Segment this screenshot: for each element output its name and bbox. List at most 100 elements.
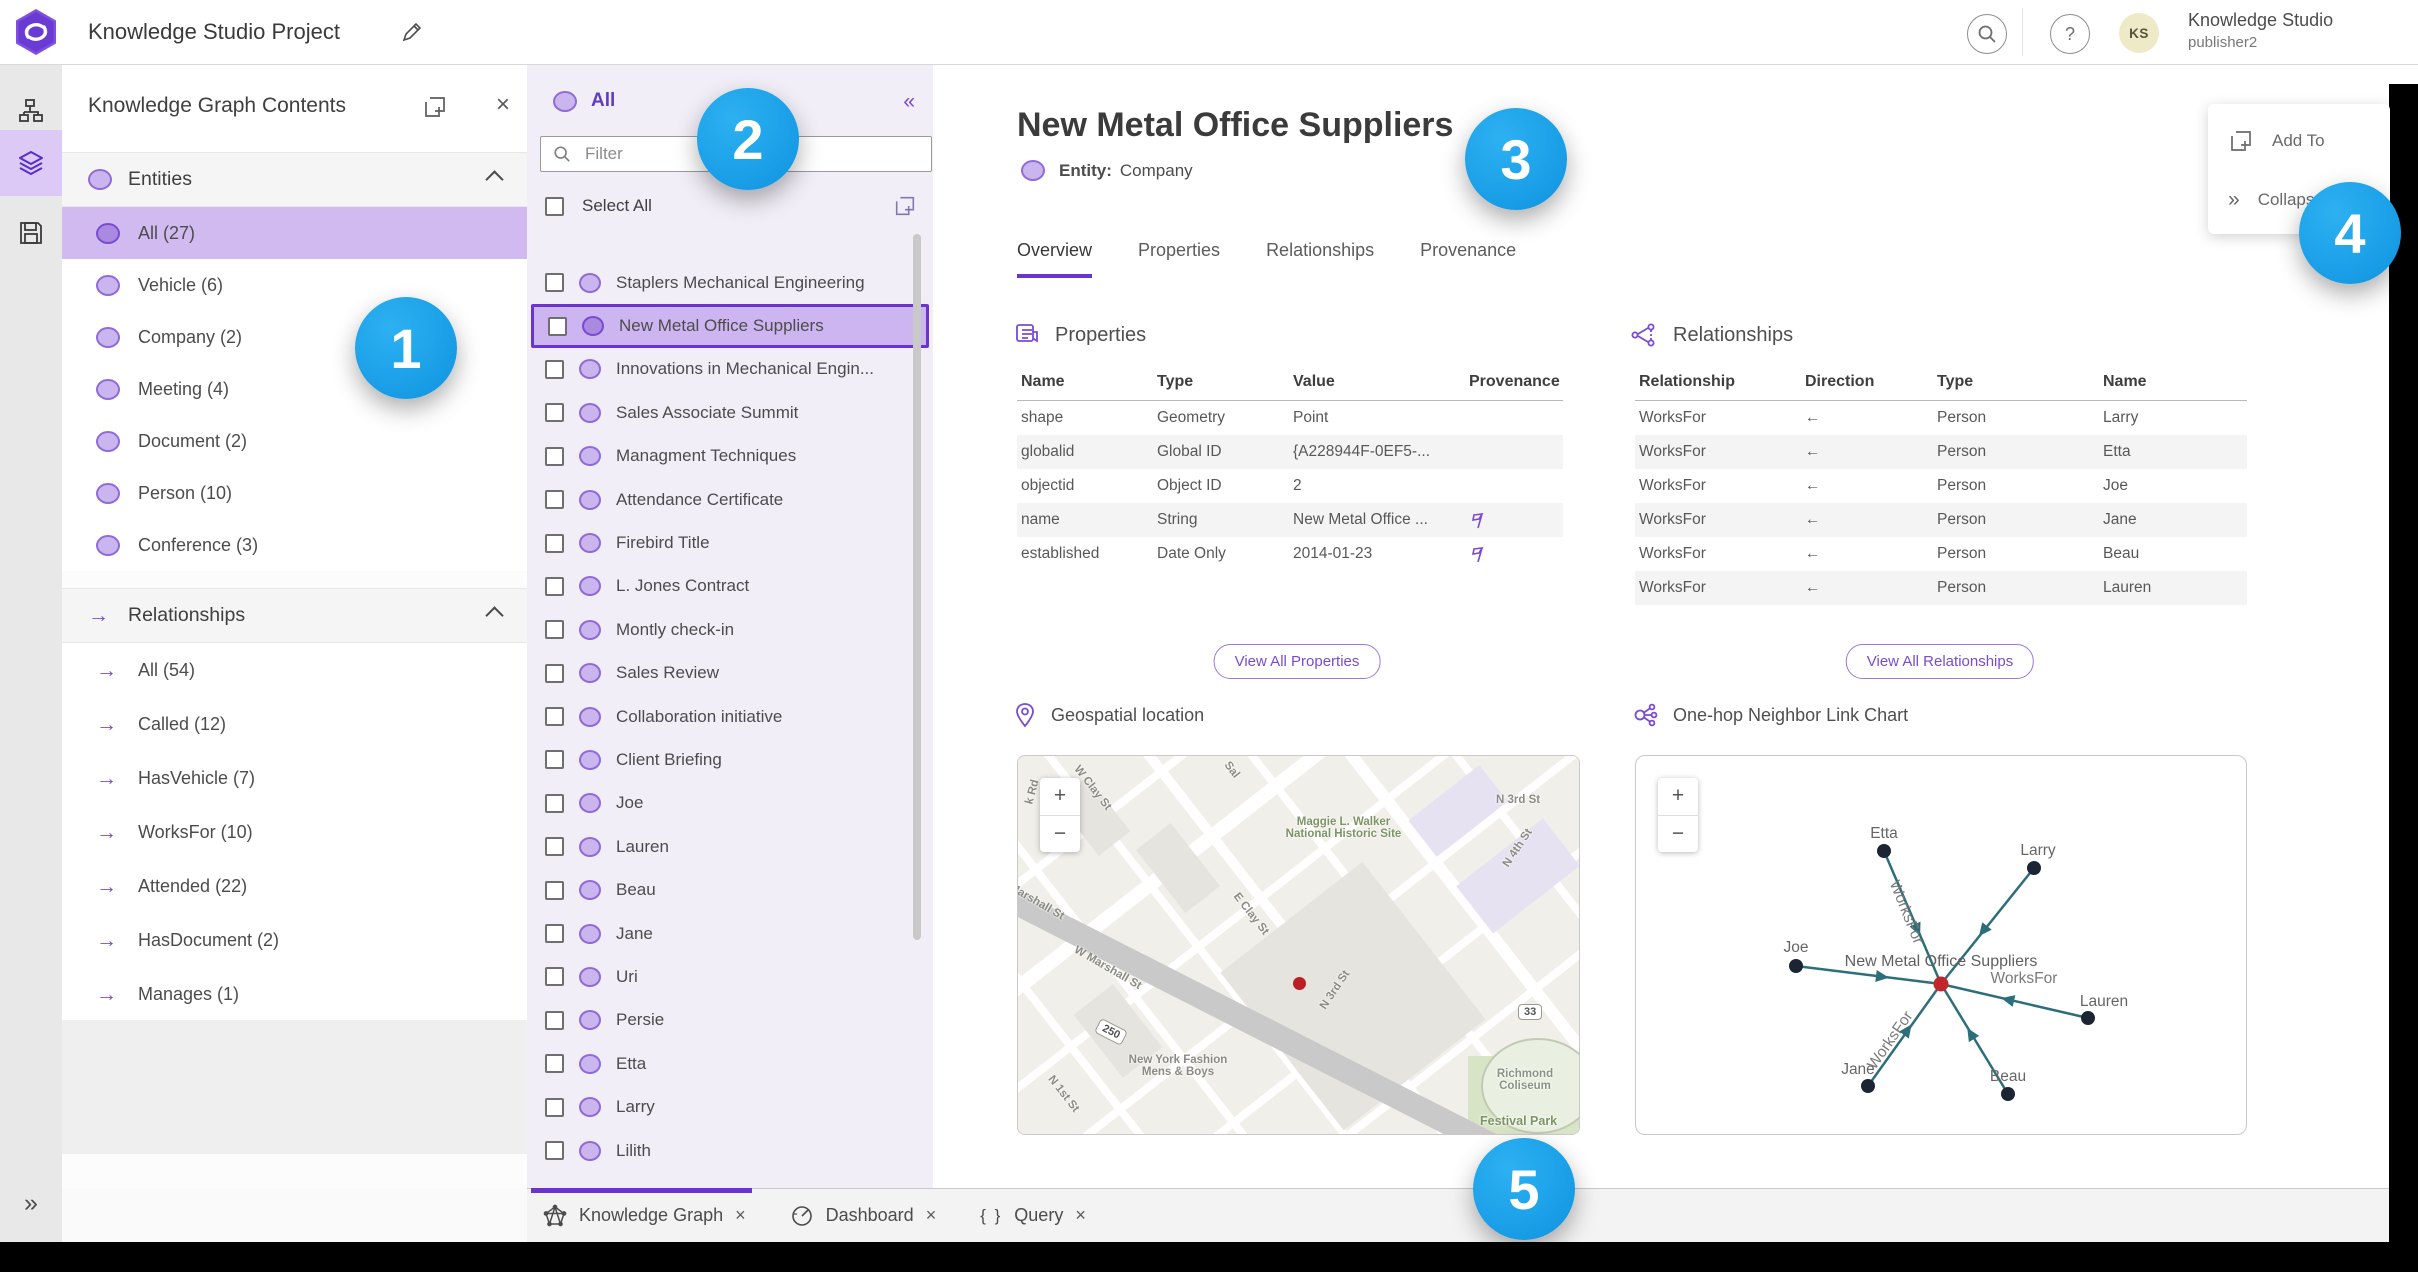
relationship-link[interactable]: WorksFor	[1635, 469, 1801, 503]
add-to-new-view-icon[interactable]	[893, 194, 917, 218]
related-entity-link[interactable]: Lauren	[2099, 571, 2247, 605]
row-checkbox[interactable]	[545, 837, 564, 857]
tab-knowledge-graph[interactable]: Knowledge Graph	[543, 1204, 746, 1228]
collapse-relationships-chevron-icon[interactable]	[485, 606, 504, 625]
related-entity-link[interactable]: Larry	[2099, 401, 2247, 435]
node-center[interactable]	[1933, 976, 1949, 992]
tab-dashboard[interactable]: Dashboard	[790, 1204, 937, 1228]
entity-instance-row[interactable]: Jane	[531, 912, 929, 955]
expand-rail-icon[interactable]	[0, 1189, 62, 1218]
entity-instance-row[interactable]: Etta	[531, 1042, 929, 1085]
close-tab-icon[interactable]	[1075, 1205, 1086, 1226]
close-tab-icon[interactable]	[735, 1205, 746, 1226]
save-icon[interactable]	[0, 204, 62, 262]
entity-instance-row[interactable]: Joe	[531, 782, 929, 825]
avatar[interactable]: KS	[2119, 13, 2159, 53]
entity-type-row[interactable]: Vehicle (6)	[62, 259, 527, 311]
row-checkbox[interactable]	[545, 576, 564, 596]
row-checkbox[interactable]	[545, 359, 564, 379]
zoom-out-button[interactable]	[1658, 816, 1698, 853]
provenance-flag-icon[interactable]	[1465, 503, 1563, 537]
entity-instance-row[interactable]: Montly check-in	[531, 608, 929, 651]
help-icon[interactable]	[2050, 14, 2090, 54]
entity-instance-row[interactable]: Managment Techniques	[531, 435, 929, 478]
edit-title-pencil-icon[interactable]	[400, 20, 424, 44]
search-icon[interactable]	[1967, 14, 2007, 54]
tab-provenance[interactable]: Provenance	[1420, 240, 1516, 278]
select-all-checkbox[interactable]	[545, 196, 564, 216]
node-joe[interactable]	[1789, 959, 1803, 973]
entity-type-row[interactable]: Conference (3)	[62, 519, 527, 571]
row-checkbox[interactable]	[545, 1054, 564, 1074]
row-checkbox[interactable]	[545, 967, 564, 987]
entity-instance-row[interactable]: Client Briefing	[531, 738, 929, 781]
row-checkbox[interactable]	[545, 1010, 564, 1030]
relationship-type-row[interactable]: Attended (22)	[62, 859, 527, 913]
layers-icon[interactable]	[0, 130, 62, 196]
relationship-link[interactable]: WorksFor	[1635, 537, 1801, 571]
relationship-type-row[interactable]: HasVehicle (7)	[62, 751, 527, 805]
row-checkbox[interactable]	[545, 446, 564, 466]
entity-instance-row[interactable]: Firebird Title	[531, 521, 929, 564]
relationship-link[interactable]: WorksFor	[1635, 503, 1801, 537]
entities-group-header[interactable]: Entities	[62, 152, 527, 207]
tab-relationships[interactable]: Relationships	[1266, 240, 1374, 278]
relationship-link[interactable]: WorksFor	[1635, 401, 1801, 435]
link-chart-canvas[interactable]: Etta Larry Joe Lauren Jane Beau New Meta…	[1636, 756, 2246, 1134]
entity-instance-row[interactable]: Lauren	[531, 825, 929, 868]
relationship-type-row[interactable]: Manages (1)	[62, 967, 527, 1021]
scrollbar[interactable]	[913, 234, 921, 940]
row-checkbox[interactable]	[545, 403, 564, 423]
view-all-relationships-button[interactable]: View All Relationships	[1845, 644, 2035, 679]
entity-instance-row[interactable]: Persie	[531, 999, 929, 1042]
row-checkbox[interactable]	[545, 663, 564, 683]
zoom-out-button[interactable]	[1040, 816, 1080, 853]
add-to-menu-item[interactable]: Add To	[2228, 128, 2325, 154]
row-checkbox[interactable]	[545, 750, 564, 770]
relationship-type-row[interactable]: WorksFor (10)	[62, 805, 527, 859]
relationship-type-row[interactable]: Called (12)	[62, 697, 527, 751]
tab-query[interactable]: Query	[980, 1205, 1086, 1226]
link-chart-widget[interactable]: Etta Larry Joe Lauren Jane Beau New Meta…	[1635, 755, 2247, 1135]
provenance-flag-icon[interactable]	[1465, 537, 1563, 571]
entity-instance-row[interactable]: Beau	[531, 868, 929, 911]
entity-instance-row[interactable]: L. Jones Contract	[531, 565, 929, 608]
row-checkbox[interactable]	[545, 707, 564, 727]
node-beau[interactable]	[2001, 1087, 2015, 1101]
tab-properties[interactable]: Properties	[1138, 240, 1220, 278]
related-entity-link[interactable]: Beau	[2099, 537, 2247, 571]
node-jane[interactable]	[1861, 1079, 1875, 1093]
relationship-link[interactable]: WorksFor	[1635, 435, 1801, 469]
node-larry[interactable]	[2027, 861, 2041, 875]
relationship-type-row[interactable]: All (54)	[62, 643, 527, 697]
entity-instance-row[interactable]: New Metal Office Suppliers	[531, 304, 929, 348]
close-panel-icon[interactable]	[488, 90, 518, 120]
map-widget[interactable]: k Rd W Clay St Sal N 3rd St Maggie L. Wa…	[1017, 755, 1580, 1135]
entity-instance-row[interactable]: Sales Associate Summit	[531, 391, 929, 434]
row-checkbox[interactable]	[545, 490, 564, 510]
relationship-link[interactable]: WorksFor	[1635, 571, 1801, 605]
entity-instance-row[interactable]: Sales Review	[531, 652, 929, 695]
entity-instance-row[interactable]: Uri	[531, 955, 929, 998]
node-lauren[interactable]	[2081, 1011, 2095, 1025]
entity-instance-row[interactable]: Larry	[531, 1085, 929, 1128]
entity-instance-row[interactable]: Innovations in Mechanical Engin...	[531, 348, 929, 391]
entity-instance-row[interactable]: Collaboration initiative	[531, 695, 929, 738]
entity-type-row[interactable]: Company (2)	[62, 311, 527, 363]
row-checkbox[interactable]	[545, 533, 564, 553]
zoom-in-button[interactable]	[1658, 778, 1698, 816]
row-checkbox[interactable]	[545, 1097, 564, 1117]
entity-type-row[interactable]: All (27)	[62, 207, 527, 259]
tab-overview[interactable]: Overview	[1017, 240, 1093, 278]
entity-instance-row[interactable]: Staplers Mechanical Engineering	[531, 261, 929, 304]
add-to-new-view-icon[interactable]	[422, 94, 448, 120]
related-entity-link[interactable]: Etta	[2099, 435, 2247, 469]
row-checkbox[interactable]	[548, 316, 567, 336]
relationships-group-header[interactable]: Relationships	[62, 588, 527, 643]
zoom-in-button[interactable]	[1040, 778, 1080, 816]
map-canvas[interactable]: k Rd W Clay St Sal N 3rd St Maggie L. Wa…	[1018, 756, 1579, 1134]
entity-type-row[interactable]: Meeting (4)	[62, 363, 527, 415]
relationship-type-row[interactable]: HasDocument (2)	[62, 913, 527, 967]
close-tab-icon[interactable]	[926, 1205, 937, 1226]
entity-type-row[interactable]: Document (2)	[62, 415, 527, 467]
